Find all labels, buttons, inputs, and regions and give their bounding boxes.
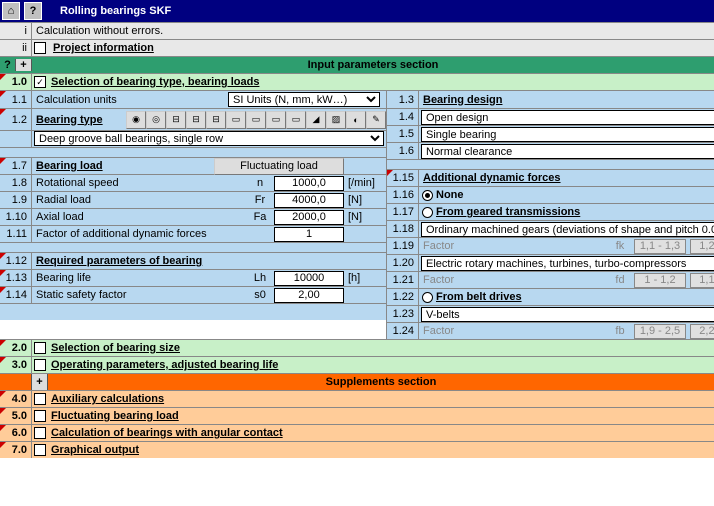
open-design-select[interactable]: Open design	[421, 110, 714, 125]
axial-load-input[interactable]	[274, 210, 344, 225]
none-radio[interactable]	[422, 190, 433, 201]
input-section-header: ? + Input parameters section	[0, 56, 714, 73]
rotational-speed-input[interactable]	[274, 176, 344, 191]
belt-radio[interactable]	[422, 292, 433, 303]
sec7-checkbox[interactable]	[34, 444, 46, 456]
bearing-type-header: Bearing type	[32, 114, 122, 126]
supplements-header: + Supplements section	[0, 373, 714, 390]
section-1-0: 1.0 ✓ Selection of bearing type, bearing…	[0, 73, 714, 90]
fluctuating-load-button[interactable]: Fluctuating load	[214, 158, 344, 175]
bt-icon-12[interactable]: ◐	[346, 111, 366, 129]
bearing-load-header: Bearing load	[32, 160, 214, 172]
bt-icon-11[interactable]: ▨	[326, 111, 346, 129]
section-2-0: 2.0 Selection of bearing size	[0, 339, 714, 356]
sec6-checkbox[interactable]	[34, 427, 46, 439]
status-text: Calculation without errors.	[32, 25, 163, 37]
bearing-life-input[interactable]	[274, 271, 344, 286]
bt-icon-4[interactable]: ⊟	[186, 111, 206, 129]
vbelt-select[interactable]: V-belts	[421, 307, 714, 322]
bt-icon-8[interactable]: ▭	[266, 111, 286, 129]
project-info-label: Project information	[49, 42, 154, 54]
app-title: Rolling bearings SKF	[60, 5, 171, 17]
help-button[interactable]: ?	[0, 59, 16, 71]
radial-load-input[interactable]	[274, 193, 344, 208]
calc-units-label: Calculation units	[32, 94, 228, 106]
status-row-ii: ii Project information	[0, 39, 714, 56]
supp-expand-button[interactable]: +	[32, 374, 48, 390]
bt-icon-2[interactable]: ◎	[146, 111, 166, 129]
single-bearing-select[interactable]: Single bearing	[421, 127, 714, 142]
dyn-factor-input[interactable]	[274, 227, 344, 242]
bt-icon-9[interactable]: ▭	[286, 111, 306, 129]
safety-factor-input[interactable]	[274, 288, 344, 303]
status-row-i: i Calculation without errors.	[0, 22, 714, 39]
section-3-0: 3.0 Operating parameters, adjusted beari…	[0, 356, 714, 373]
bt-icon-5[interactable]: ⊟	[206, 111, 226, 129]
sec2-checkbox[interactable]	[34, 342, 46, 354]
bt-icon-7[interactable]: ▭	[246, 111, 266, 129]
sec1-checkbox[interactable]: ✓	[34, 76, 46, 88]
sec4-checkbox[interactable]	[34, 393, 46, 405]
project-info-checkbox[interactable]	[34, 42, 46, 54]
bt-icon-3[interactable]: ⊟	[166, 111, 186, 129]
bt-icon-13[interactable]: ✎	[366, 111, 386, 129]
add-dyn-forces-header: Additional dynamic forces	[419, 172, 561, 184]
geared-select[interactable]: Ordinary machined gears (deviations of s…	[421, 222, 714, 237]
section-5-0: 5.0 Fluctuating bearing load	[0, 407, 714, 424]
clearance-select[interactable]: Normal clearance	[421, 144, 714, 159]
help-icon[interactable]: ?	[24, 2, 42, 20]
geared-radio[interactable]	[422, 207, 433, 218]
app-icon[interactable]: ⌂	[2, 2, 20, 20]
required-params-header: Required parameters of bearing	[32, 255, 202, 267]
bt-icon-1[interactable]: ◉	[126, 111, 146, 129]
bt-icon-10[interactable]: ◢	[306, 111, 326, 129]
bt-icon-6[interactable]: ▭	[226, 111, 246, 129]
sec5-checkbox[interactable]	[34, 410, 46, 422]
machines-select[interactable]: Electric rotary machines, turbines, turb…	[421, 256, 714, 271]
section-6-0: 6.0 Calculation of bearings with angular…	[0, 424, 714, 441]
expand-button[interactable]: +	[16, 59, 32, 71]
titlebar: ⌂ ? Rolling bearings SKF	[0, 0, 714, 22]
sec3-checkbox[interactable]	[34, 359, 46, 371]
calc-units-select[interactable]: SI Units (N, mm, kW…)	[228, 92, 380, 107]
bearing-type-select[interactable]: Deep groove ball bearings, single row	[34, 131, 384, 146]
bearing-type-icons: ◉ ◎ ⊟ ⊟ ⊟ ▭ ▭ ▭ ▭ ◢ ▨ ◐ ✎	[126, 111, 386, 129]
bearing-design-header: Bearing design	[419, 94, 502, 106]
section-7-0: 7.0 Graphical output	[0, 441, 714, 458]
section-4-0: 4.0 Auxiliary calculations	[0, 390, 714, 407]
